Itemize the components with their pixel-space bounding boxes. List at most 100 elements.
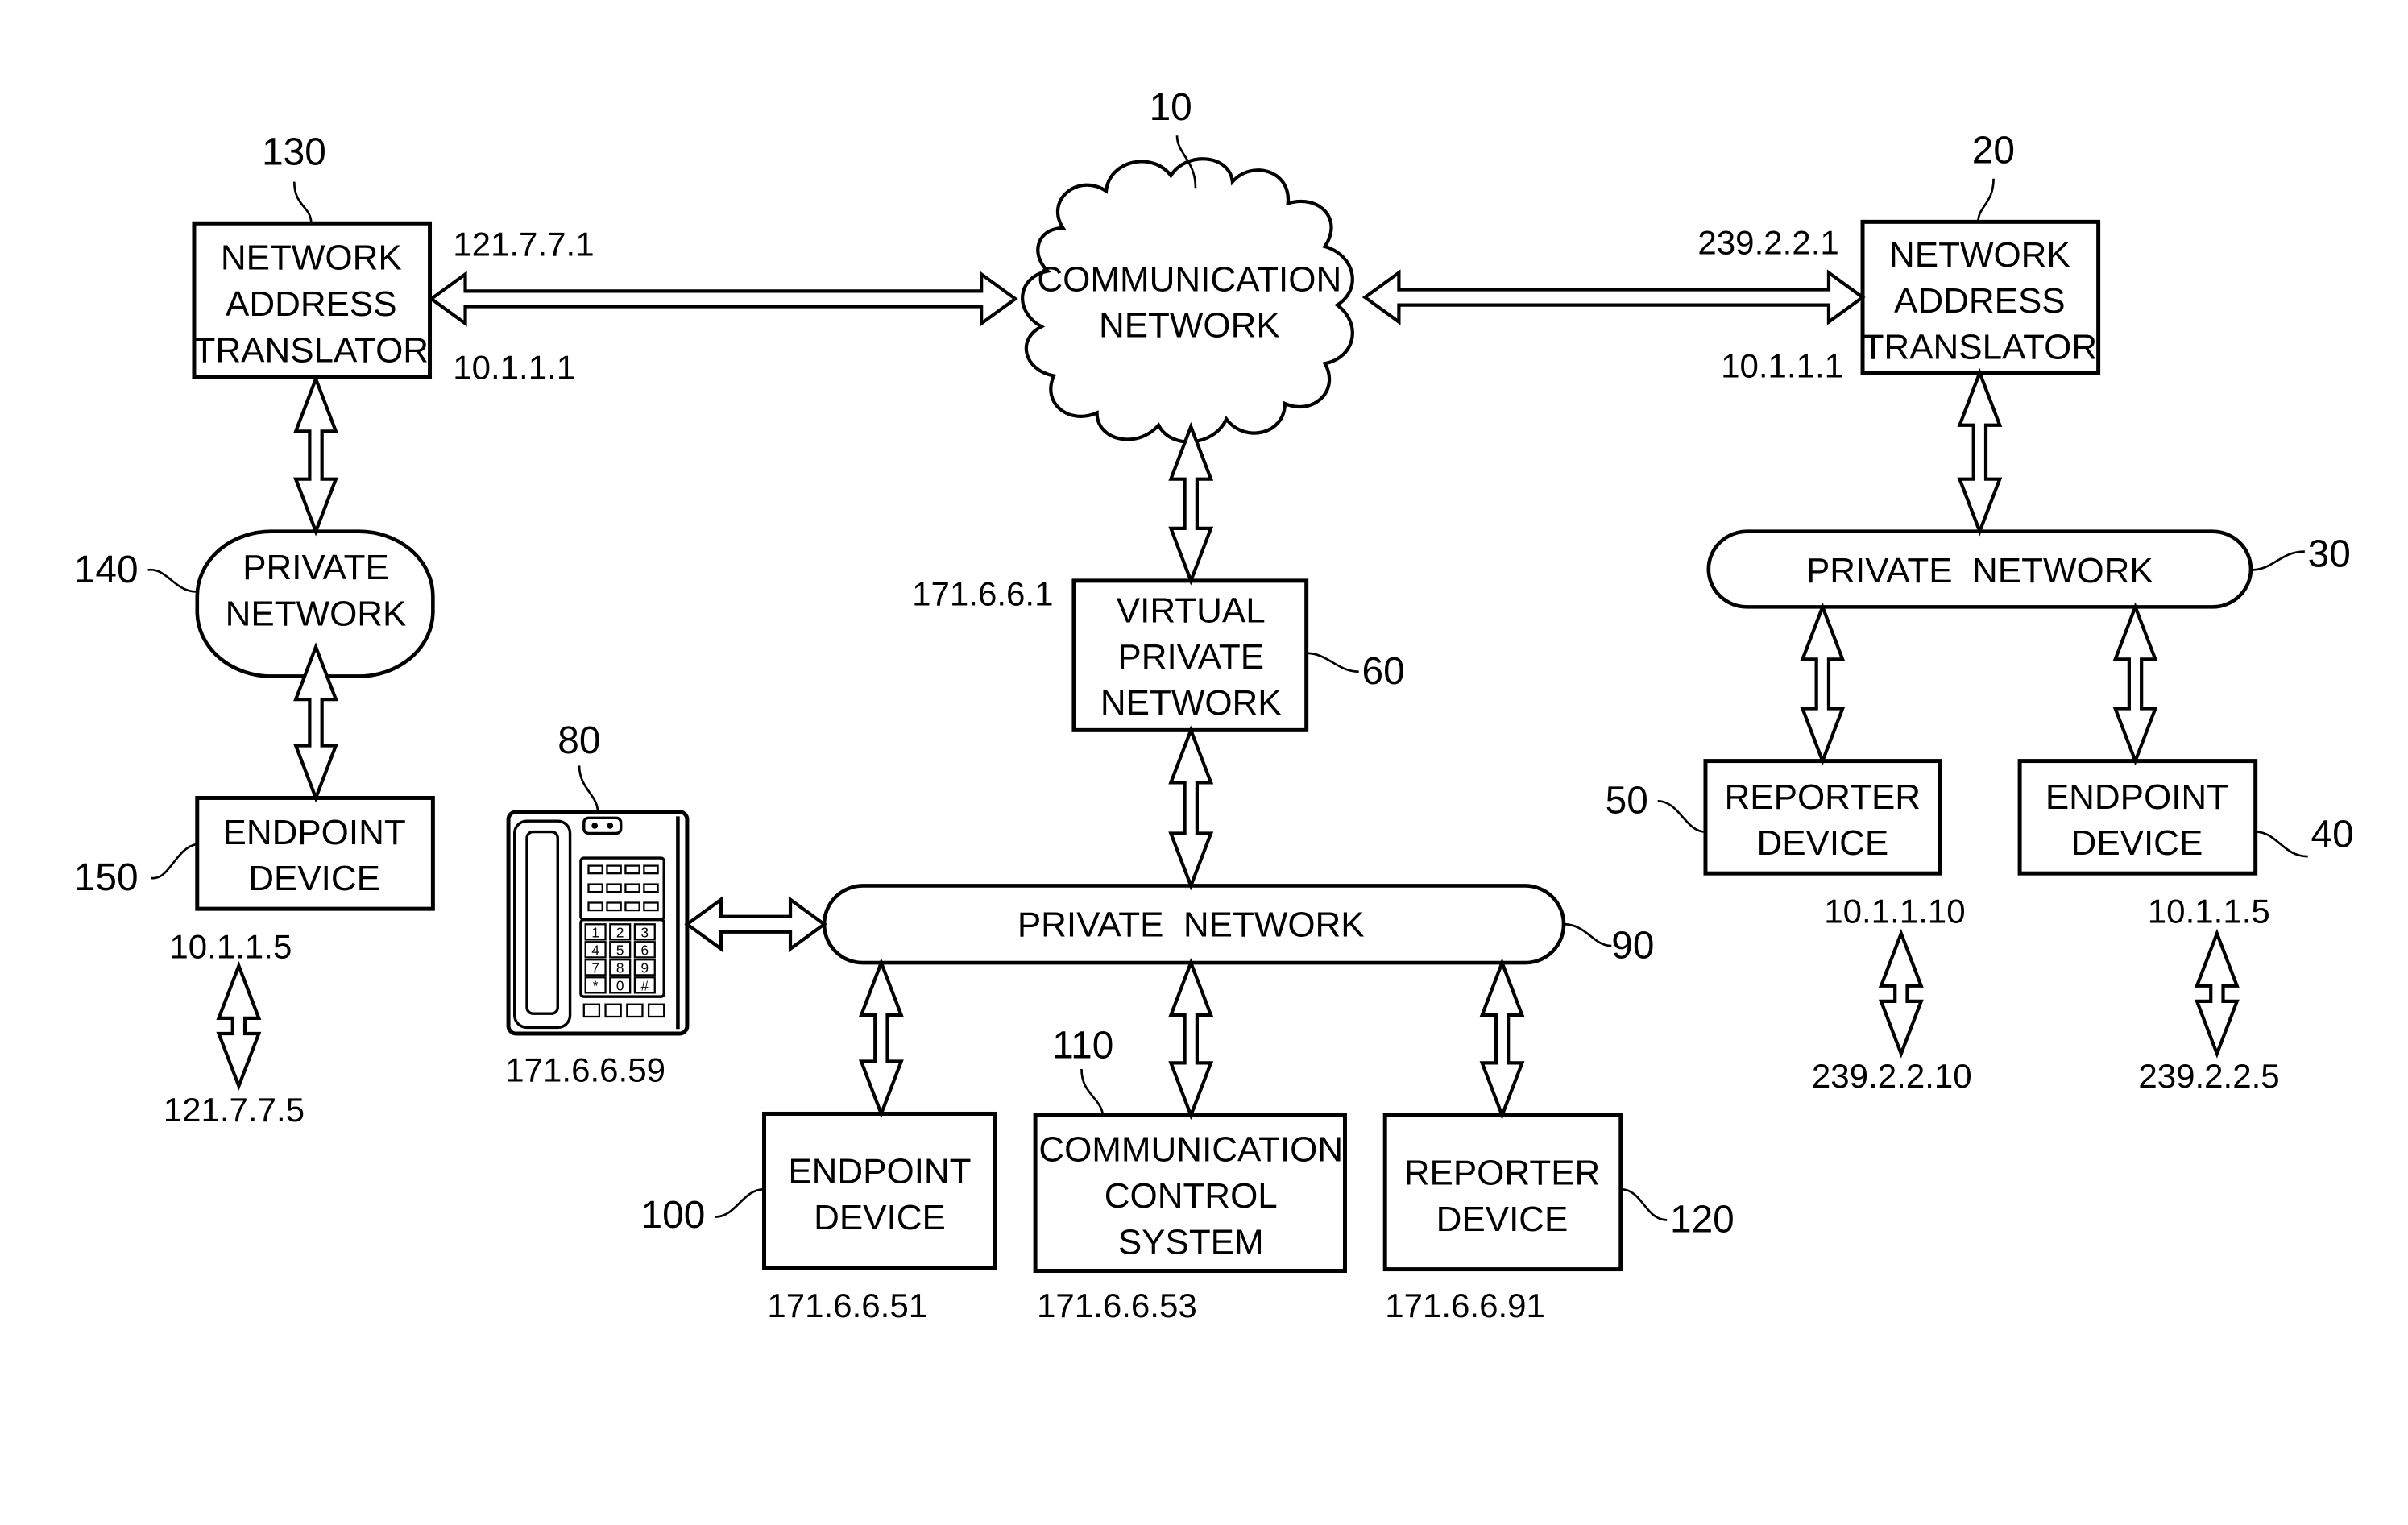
arrow-private-center-to-endpoint-center <box>858 958 904 1119</box>
ip-address: 171.6.6.91 <box>1385 1287 1545 1324</box>
node-label: NETWORK <box>1889 235 2070 275</box>
node-label: TRANSLATOR <box>1863 328 2098 367</box>
reporter-center-node: REPORTER DEVICE 120 171.6.6.91 <box>1382 1113 1735 1324</box>
node-label: ENDPOINT <box>223 813 406 852</box>
leader-line <box>715 1187 765 1218</box>
ip-address: 10.1.1.5 <box>169 927 292 965</box>
private-network-right-node: PRIVATE NETWORK 30 <box>1706 529 2351 609</box>
node-label: ENDPOINT <box>2045 777 2228 817</box>
phone-key-label: 9 <box>641 960 649 976</box>
arrow-nat-left-to-private-left <box>293 374 338 537</box>
node-label: ADDRESS <box>226 284 397 324</box>
reporter-right-node: REPORTER DEVICE 50 10.1.1.10 239.2.2.10 <box>1606 759 1972 1095</box>
node-label: COMMUNICATION <box>1038 1130 1343 1170</box>
arrow-endpoint-left-public <box>216 961 262 1091</box>
reference-number: 80 <box>557 719 600 762</box>
phone-key-label: 1 <box>591 925 599 941</box>
nat-left-node: NETWORK ADDRESS TRANSLATOR 130 121.7.7.1… <box>192 131 595 386</box>
arrow-private-center-to-reporter-center <box>1479 958 1525 1121</box>
ip-address: 171.6.6.1 <box>912 574 1053 612</box>
arrow-phone-to-private-center <box>684 896 827 952</box>
phone-key-label: 8 <box>616 960 624 976</box>
private-network-center-node: PRIVATE NETWORK 90 <box>822 884 1654 967</box>
phone-keypad: 1 2 3 4 5 6 7 8 9 * 0 # <box>584 923 656 994</box>
leader-line <box>2250 550 2305 571</box>
arrow-private-center-to-comm-control <box>1168 958 1214 1121</box>
phone-key-label: 0 <box>616 977 624 993</box>
endpoint-center-node: ENDPOINT DEVICE 100 171.6.6.51 <box>641 1111 997 1324</box>
ip-address: 239.2.2.5 <box>2138 1057 2279 1095</box>
reference-number: 140 <box>74 549 139 591</box>
ip-address: 10.1.1.10 <box>1824 892 1965 930</box>
reference-number: 10 <box>1150 86 1192 129</box>
phone-key-label: 6 <box>641 943 649 959</box>
node-label: PRIVATE <box>1117 637 1264 677</box>
reference-number: 30 <box>2308 533 2351 576</box>
arrow-vpn-to-private-center <box>1168 725 1214 891</box>
ip-address: 171.6.6.51 <box>767 1287 927 1324</box>
private-network-left-node: PRIVATE NETWORK 140 <box>74 529 435 678</box>
node-label: PRIVATE NETWORK <box>1017 905 1365 945</box>
node-label: COMMUNICATION <box>1037 259 1341 299</box>
leader-line <box>292 181 313 224</box>
arrow-nat-left-to-cloud <box>428 271 1018 327</box>
reference-number: 120 <box>1670 1199 1735 1241</box>
node-label: REPORTER <box>1404 1153 1601 1192</box>
leader-line <box>1080 1068 1105 1116</box>
node-label: NETWORK <box>1100 683 1282 723</box>
cloud-icon <box>1021 157 1354 444</box>
endpoint-right-node: ENDPOINT DEVICE 40 10.1.1.5 239.2.2.5 <box>2017 759 2354 1095</box>
ip-address: 10.1.1.1 <box>1721 346 1843 384</box>
arrow-private-right-to-endpoint-right <box>2112 602 2158 766</box>
node-label: DEVICE <box>814 1198 946 1237</box>
leader-line <box>1977 178 1995 222</box>
arrow-cloud-to-vpn <box>1168 421 1214 586</box>
arrow-private-right-to-reporter-right <box>1800 602 1846 766</box>
reference-number: 130 <box>262 131 326 174</box>
reference-number: 90 <box>1611 924 1654 967</box>
reference-number: 150 <box>74 856 139 899</box>
node-label: DEVICE <box>1756 823 1888 863</box>
ip-address: 10.1.1.1 <box>453 348 575 386</box>
ip-address: 171.6.6.53 <box>1037 1287 1197 1324</box>
network-diagram: COMMUNICATION NETWORK 10 NETWORK ADDRESS… <box>74 86 2354 1324</box>
reference-number: 100 <box>641 1194 706 1237</box>
leader-line <box>1563 922 1612 947</box>
node-label: NETWORK <box>1099 306 1280 346</box>
leader-line <box>151 843 198 880</box>
reference-number: 40 <box>2311 814 2354 856</box>
leader-line <box>578 765 599 812</box>
node-label: SYSTEM <box>1118 1222 1264 1262</box>
arrow-nat-right-to-private-right <box>1957 367 2003 537</box>
phone-key-label: * <box>593 977 599 993</box>
node-label: ADDRESS <box>1894 281 2066 321</box>
ip-address: 239.2.2.1 <box>1697 224 1838 262</box>
node-label: REPORTER <box>1725 777 1921 817</box>
arrow-cloud-to-nat-right <box>1361 269 1866 325</box>
phone-key-label: 5 <box>616 943 624 959</box>
phone-key-label: 4 <box>591 943 599 959</box>
reference-number: 60 <box>1362 650 1405 693</box>
phone-key-label: 2 <box>616 925 624 941</box>
phone-key-label: 7 <box>591 960 599 976</box>
node-label: PRIVATE NETWORK <box>1806 551 2153 591</box>
reference-number: 50 <box>1606 780 1648 823</box>
node-label: DEVICE <box>1436 1200 1569 1239</box>
ip-address: 10.1.1.5 <box>2148 892 2270 930</box>
phone-node: 1 2 3 4 5 6 7 8 9 * 0 # 80 171.6.6.59 <box>505 719 690 1088</box>
node-label: TRANSLATOR <box>194 330 429 370</box>
ip-address: 121.7.7.5 <box>164 1091 305 1129</box>
communication-network-node: COMMUNICATION NETWORK 10 <box>1021 86 1354 444</box>
vpn-node: VIRTUAL PRIVATE NETWORK 60 171.6.6.1 <box>912 574 1405 732</box>
arrow-endpoint-right-public <box>2194 928 2240 1059</box>
arrow-reporter-right-public <box>1878 928 1924 1059</box>
endpoint-left-node: ENDPOINT DEVICE 150 10.1.1.5 121.7.7.5 <box>74 795 435 1129</box>
node-label: DEVICE <box>248 859 380 898</box>
ip-address: 171.6.6.59 <box>505 1051 665 1088</box>
node-label: DEVICE <box>2071 823 2203 863</box>
leader-line <box>1306 652 1359 673</box>
leader-line <box>147 569 197 593</box>
node-label: VIRTUAL <box>1117 591 1266 630</box>
node-label: PRIVATE <box>242 548 389 587</box>
phone-key-label: # <box>641 977 649 993</box>
